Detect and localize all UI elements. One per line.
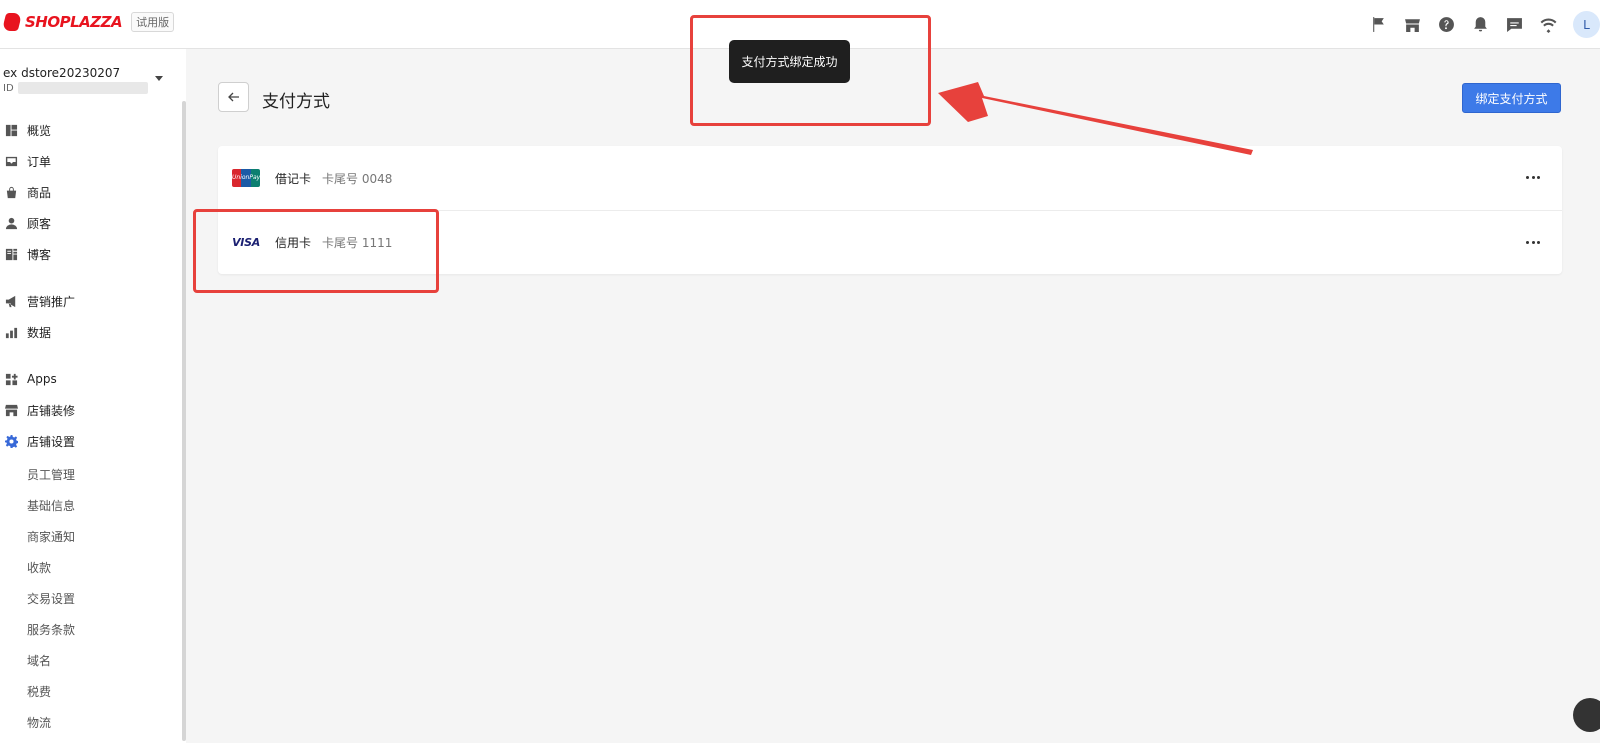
chat-support-button[interactable] [1573, 698, 1600, 732]
annotation-arrow [938, 82, 1253, 155]
